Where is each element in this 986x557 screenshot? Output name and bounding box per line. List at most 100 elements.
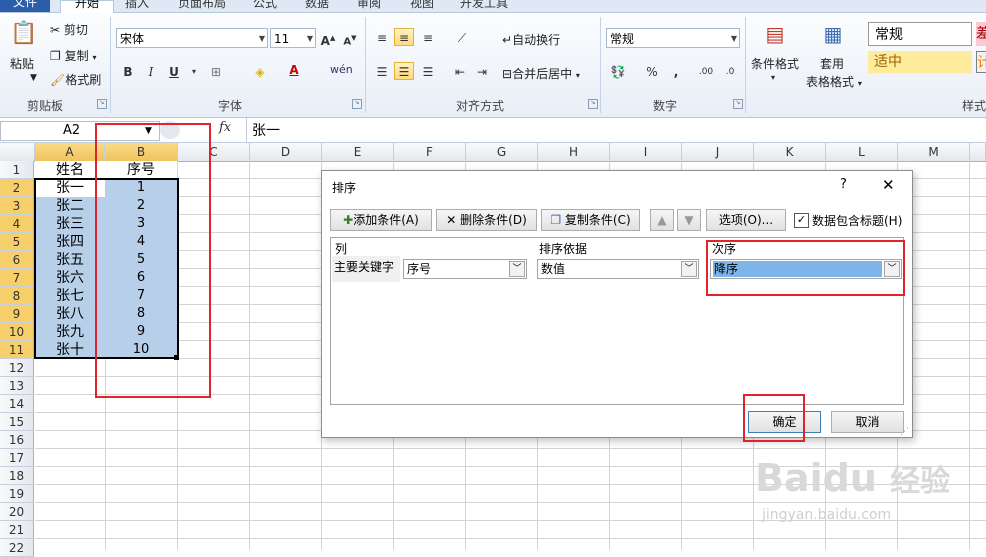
row-header[interactable]: 20 <box>0 503 34 521</box>
close-button[interactable]: ✕ <box>882 176 895 194</box>
row-header[interactable]: 4 <box>0 215 34 233</box>
row-header[interactable]: 12 <box>0 359 34 377</box>
row-header[interactable]: 21 <box>0 521 34 539</box>
row-header[interactable]: 14 <box>0 395 34 413</box>
align-left-icon[interactable]: ☰ <box>372 63 392 81</box>
align-top-icon[interactable]: ≡ <box>372 29 392 47</box>
row-header[interactable]: 19 <box>0 485 34 503</box>
formula-input[interactable]: 张一 <box>252 120 280 140</box>
row-header[interactable]: 10 <box>0 323 34 341</box>
sort-column-combo[interactable]: 序号 ﹀ <box>403 259 527 279</box>
row-header[interactable]: 11 <box>0 341 34 359</box>
table-format-button[interactable]: 表格格式 ▾ <box>806 73 862 90</box>
style-bad[interactable]: 差 <box>976 22 986 46</box>
grow-font-icon[interactable]: A▲ <box>318 29 338 48</box>
font-color-icon[interactable]: A <box>284 61 304 79</box>
sort-on-combo[interactable]: 数值 ﹀ <box>537 259 699 279</box>
tab-data[interactable]: 数据 <box>305 0 329 10</box>
column-header-l[interactable]: L <box>826 143 898 161</box>
number-launcher-icon[interactable]: ↘ <box>733 99 743 109</box>
tab-home[interactable]: 开始 <box>60 0 114 14</box>
row-header[interactable]: 17 <box>0 449 34 467</box>
move-down-button[interactable]: ▼ <box>677 209 701 231</box>
row-header[interactable]: 3 <box>0 197 34 215</box>
table-format-icon[interactable]: ▦ <box>818 19 848 49</box>
delete-level-button[interactable]: ✕ 删除条件(D) <box>436 209 537 231</box>
percent-button[interactable]: % <box>642 63 662 81</box>
tab-review[interactable]: 审阅 <box>357 0 381 10</box>
align-middle-icon[interactable]: ≡ <box>394 28 414 46</box>
column-header-f[interactable]: F <box>394 143 466 161</box>
copy-button[interactable]: ❐ 复制 ▾ <box>50 47 96 64</box>
row-header[interactable]: 9 <box>0 305 34 323</box>
row-header[interactable]: 1 <box>0 161 34 179</box>
column-header-h[interactable]: H <box>538 143 610 161</box>
column-header-d[interactable]: D <box>250 143 322 161</box>
shrink-font-icon[interactable]: A▼ <box>340 29 360 47</box>
column-header-m[interactable]: M <box>898 143 970 161</box>
add-level-button[interactable]: ✚添加条件(A) <box>330 209 432 231</box>
underline-dropdown-icon[interactable]: ▾ <box>184 63 204 81</box>
decrease-indent-icon[interactable]: ⇤ <box>450 63 470 81</box>
increase-indent-icon[interactable]: ⇥ <box>472 63 492 81</box>
options-button[interactable]: 选项(O)... <box>706 209 786 231</box>
column-header-n[interactable] <box>970 143 986 161</box>
select-all-corner[interactable] <box>0 143 35 161</box>
fx-icon[interactable]: fx <box>219 120 231 135</box>
conditional-format-icon[interactable]: ▤ <box>760 19 790 49</box>
row-header[interactable]: 22 <box>0 539 34 557</box>
row-header[interactable]: 15 <box>0 413 34 431</box>
has-headers-label[interactable]: 数据包含标题(H) <box>812 212 902 229</box>
increase-decimal-icon[interactable]: .00 <box>696 63 716 81</box>
paste-dropdown-icon[interactable]: ▼ <box>30 73 37 83</box>
row-header[interactable]: 2 <box>0 179 34 197</box>
column-header-j[interactable]: J <box>682 143 754 161</box>
format-painter-button[interactable]: 🖌格式刷 <box>50 71 101 88</box>
currency-icon[interactable]: 💱 <box>608 63 628 81</box>
align-center-icon[interactable]: ☰ <box>394 62 414 80</box>
wrap-text-button[interactable]: ↵自动换行 <box>502 31 560 48</box>
paste-icon[interactable]: 📋 <box>10 19 37 49</box>
help-button[interactable]: ? <box>840 177 847 192</box>
copy-level-button[interactable]: ❐ 复制条件(C) <box>541 209 640 231</box>
column-header-i[interactable]: I <box>610 143 682 161</box>
font-name-combo[interactable]: 宋体 ▼ <box>116 28 268 48</box>
bold-button[interactable]: B <box>118 63 138 81</box>
column-header-g[interactable]: G <box>466 143 538 161</box>
style-calculation[interactable]: 计 <box>976 51 986 73</box>
row-header[interactable]: 13 <box>0 377 34 395</box>
cancel-button[interactable]: 取消 <box>831 411 904 433</box>
row-header[interactable]: 16 <box>0 431 34 449</box>
merge-center-button[interactable]: ⊟合并后居中 ▾ <box>502 65 580 82</box>
row-header[interactable]: 5 <box>0 233 34 251</box>
align-bottom-icon[interactable]: ≡ <box>418 29 438 47</box>
fill-color-icon[interactable]: ◈ <box>250 63 270 81</box>
phonetic-icon[interactable]: wén <box>330 61 353 79</box>
alignment-launcher-icon[interactable]: ↘ <box>588 99 598 109</box>
paste-button[interactable]: 粘贴 <box>10 55 34 72</box>
style-normal[interactable]: 常规 <box>868 22 972 46</box>
comma-button[interactable]: , <box>666 63 686 81</box>
tab-formulas[interactable]: 公式 <box>253 0 277 10</box>
has-headers-checkbox[interactable]: ✓ <box>794 213 809 228</box>
resize-grip-icon[interactable]: ⋰ <box>900 427 909 437</box>
tab-page-layout[interactable]: 页面布局 <box>178 0 226 10</box>
cut-button[interactable]: ✂ 剪切 <box>50 21 88 38</box>
column-header-e[interactable]: E <box>322 143 394 161</box>
tab-insert[interactable]: 插入 <box>125 0 149 10</box>
decrease-decimal-icon[interactable]: .0 <box>720 63 740 81</box>
font-launcher-icon[interactable]: ↘ <box>352 99 362 109</box>
number-format-combo[interactable]: 常规 ▼ <box>606 28 740 48</box>
underline-button[interactable]: U <box>164 63 184 81</box>
orientation-icon[interactable]: ⟋ <box>452 29 472 47</box>
tab-view[interactable]: 视图 <box>410 0 434 10</box>
clipboard-launcher-icon[interactable]: ↘ <box>97 99 107 109</box>
font-size-combo[interactable]: 11 ▼ <box>270 28 316 48</box>
row-header[interactable]: 7 <box>0 269 34 287</box>
borders-icon[interactable]: ⊞ <box>206 63 226 81</box>
tab-developer[interactable]: 开发工具 <box>460 0 508 10</box>
tab-file[interactable]: 文件 <box>0 0 50 12</box>
column-header-k[interactable]: K <box>754 143 826 161</box>
row-header[interactable]: 6 <box>0 251 34 269</box>
row-header[interactable]: 8 <box>0 287 34 305</box>
